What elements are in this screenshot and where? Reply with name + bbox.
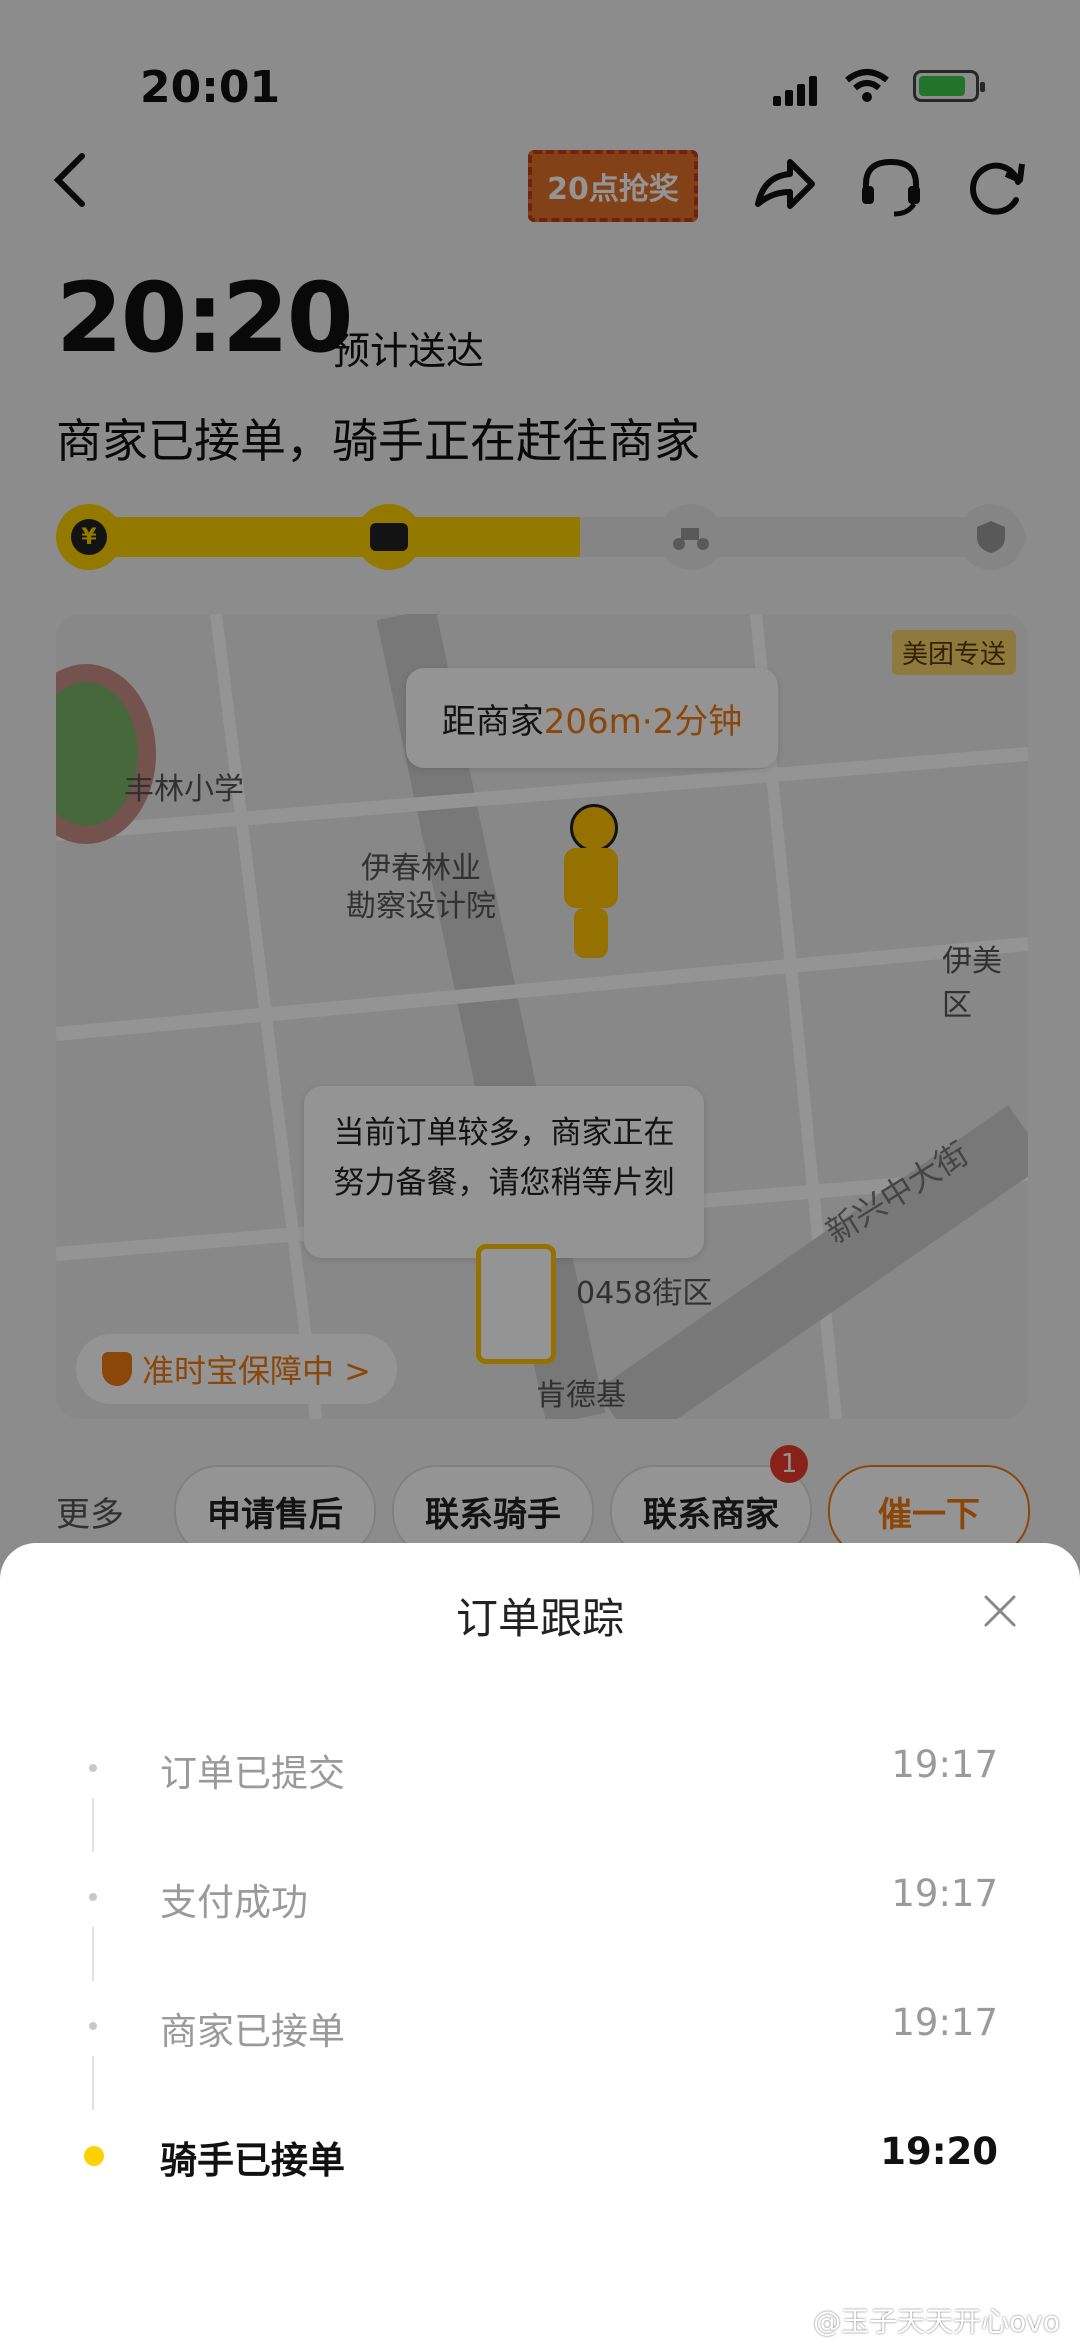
timeline-connector bbox=[92, 1927, 94, 1981]
timeline-connector bbox=[92, 1798, 94, 1852]
timeline-dot-active bbox=[84, 2146, 104, 2166]
timeline-time: 19:17 bbox=[891, 1872, 998, 1915]
timeline-dot bbox=[89, 2022, 97, 2030]
timeline-time: 19:17 bbox=[891, 2001, 998, 2044]
timeline-label: 订单已提交 bbox=[160, 1752, 345, 1795]
timeline-label: 支付成功 bbox=[160, 1881, 308, 1924]
timeline-item: 支付成功 19:17 bbox=[0, 1866, 1080, 1926]
timeline-item: 订单已提交 19:17 bbox=[0, 1737, 1080, 1797]
timeline-label: 商家已接单 bbox=[160, 2010, 345, 2053]
timeline-dot bbox=[89, 1893, 97, 1901]
timeline-dot bbox=[89, 1764, 97, 1772]
timeline-item: 商家已接单 19:17 bbox=[0, 1995, 1080, 2055]
sheet-title: 订单跟踪 bbox=[455, 1594, 624, 1643]
timeline-connector bbox=[92, 2056, 94, 2110]
order-tracking-sheet: 订单跟踪 订单已提交 19:17 支付成功 19:17 商家已接单 19:17 … bbox=[0, 1543, 1080, 2348]
timeline-label: 骑手已接单 bbox=[160, 2139, 345, 2182]
watermark: @玉子天天开心ovo bbox=[813, 2305, 1060, 2338]
timeline-item-current: 骑手已接单 19:20 bbox=[0, 2124, 1080, 2184]
timeline-time: 19:20 bbox=[880, 2130, 998, 2173]
close-icon[interactable] bbox=[980, 1591, 1020, 1635]
timeline-time: 19:17 bbox=[891, 1743, 998, 1786]
